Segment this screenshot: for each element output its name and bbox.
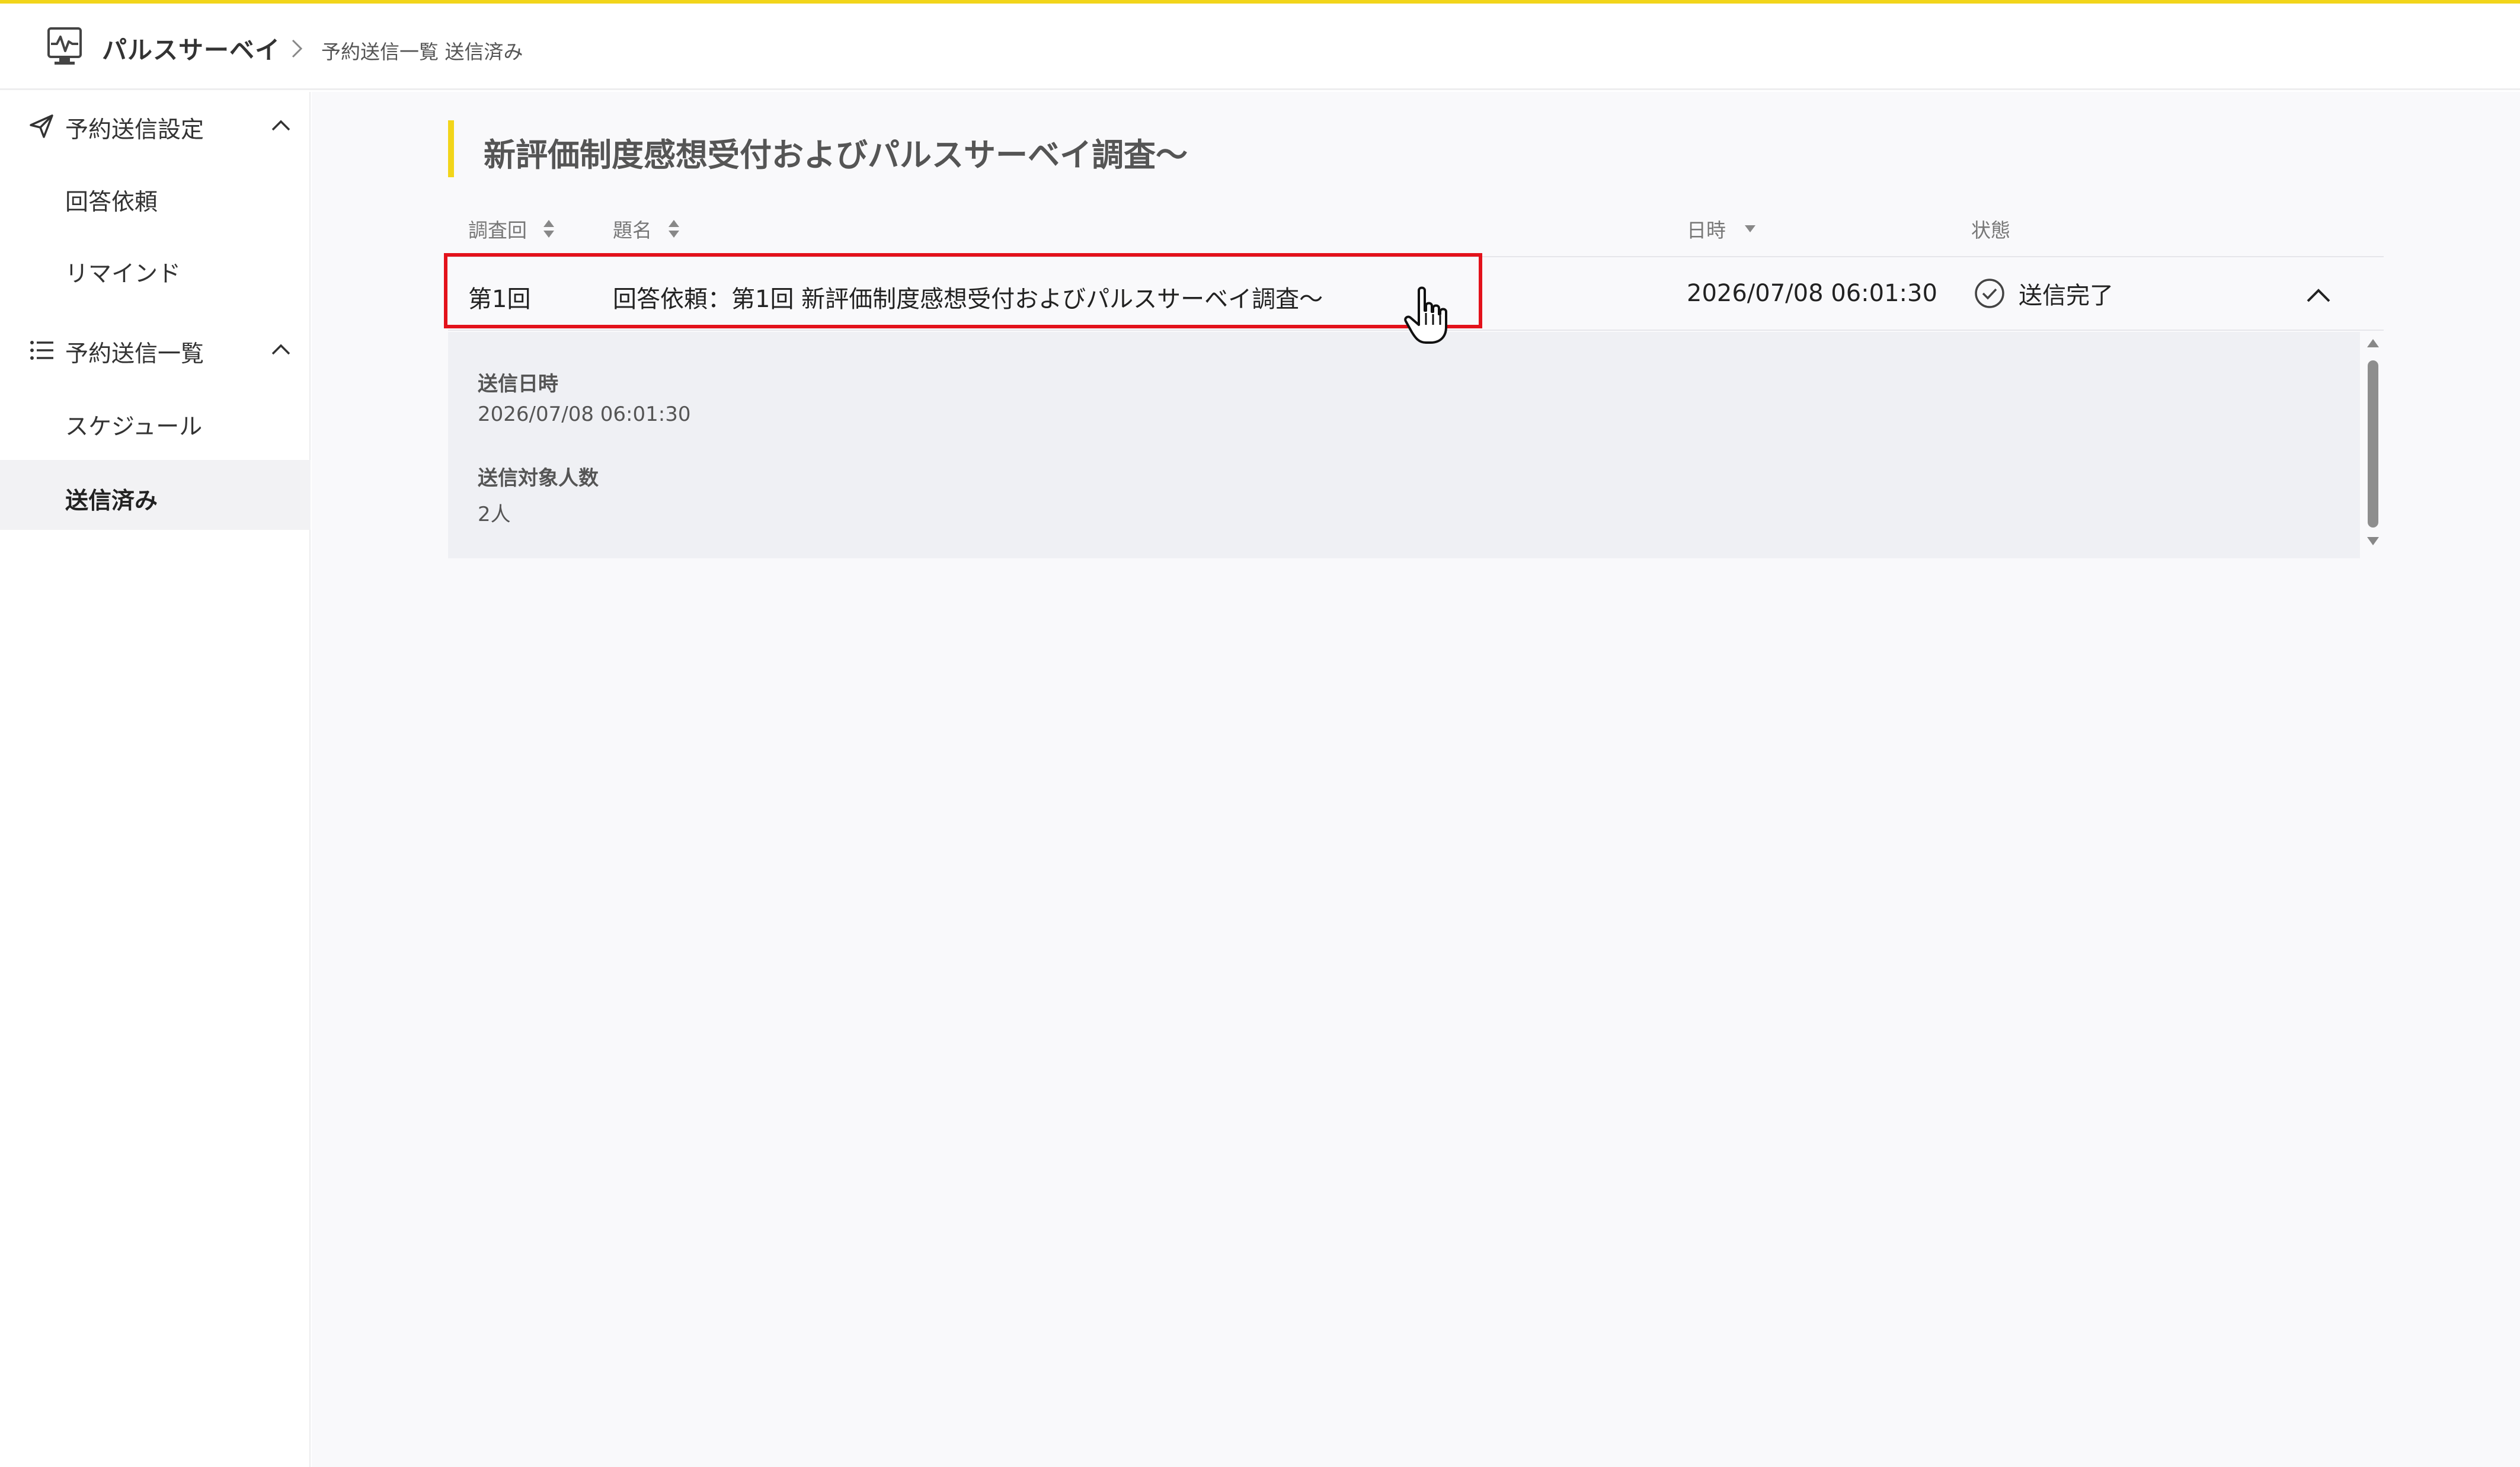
detail-recipients-label: 送信対象人数 [478, 466, 599, 490]
sidebar-group-label: 予約送信一覧 [65, 341, 204, 367]
sort-icon [669, 220, 679, 238]
app-header: パルスサーベイ 予約送信一覧 送信済み [0, 4, 2520, 90]
detail-recipients-value: 2人 [478, 503, 511, 526]
collapse-chevron-icon[interactable] [2305, 287, 2332, 303]
sidebar-group-reservation-list[interactable]: 予約送信一覧 [0, 316, 311, 381]
sidebar-item-reminder[interactable]: リマインド [0, 233, 311, 303]
column-header-datetime[interactable]: 日時 [1687, 215, 1757, 243]
sidebar-item-label: 送信済み [65, 488, 158, 514]
sidebar-group-label: 予約送信設定 [65, 117, 204, 143]
check-circle-icon [1975, 279, 2004, 308]
chevron-right-icon [292, 39, 303, 58]
list-icon [30, 341, 53, 360]
sidebar-item-label: スケジュール [65, 414, 203, 440]
sidebar-item-label: 回答依頼 [65, 189, 158, 216]
sort-desc-icon [1745, 225, 1755, 232]
detail-sent-at-value: 2026/07/08 06:01:30 [478, 402, 691, 426]
cell-round: 第1回 [468, 286, 531, 313]
hand-pointer-cursor-icon [1404, 286, 1447, 344]
chevron-up-icon[interactable] [270, 342, 292, 356]
breadcrumb: 予約送信一覧 送信済み [321, 40, 523, 63]
title-accent-bar [448, 120, 454, 177]
scroll-down-arrow-icon[interactable] [2366, 536, 2380, 546]
cell-subject[interactable]: 回答依頼：第1回 新評価制度感想受付およびパルスサーベイ調査〜 [613, 280, 1323, 314]
pulse-survey-logo-icon [47, 27, 82, 65]
column-header-status: 状態 [1971, 219, 2010, 242]
sidebar-group-reservation-settings[interactable]: 予約送信設定 [0, 92, 311, 157]
paper-plane-icon [30, 114, 53, 138]
sidebar-item-schedule[interactable]: スケジュール [0, 386, 311, 456]
cell-datetime: 2026/07/08 06:01:30 [1687, 280, 1937, 307]
page-title: 新評価制度感想受付およびパルスサーベイ調査〜 [484, 136, 1188, 174]
detail-sent-at-label: 送信日時 [478, 372, 558, 396]
table-header: 調査回 題名 日時 状態 [448, 207, 2384, 257]
scroll-thumb[interactable] [2368, 360, 2378, 528]
status-text: 送信完了 [2019, 282, 2113, 309]
scroll-up-arrow-icon[interactable] [2366, 338, 2380, 349]
sort-icon [543, 220, 554, 238]
detail-scrollbar[interactable] [2362, 332, 2384, 558]
column-header-round[interactable]: 調査回 [468, 215, 555, 243]
row-detail-panel: 送信日時 2026/07/08 06:01:30 送信対象人数 2人 [448, 332, 2360, 558]
sidebar: 予約送信設定 回答依頼 リマインド 予約送信一覧 スケジュール 送信済み [0, 92, 311, 1467]
sidebar-item-sent[interactable]: 送信済み [0, 460, 311, 530]
sidebar-item-answer-request[interactable]: 回答依頼 [0, 161, 311, 231]
column-header-subject[interactable]: 題名 [613, 215, 680, 243]
status-badge: 送信完了 [1974, 276, 2113, 311]
sidebar-item-label: リマインド [65, 261, 181, 287]
app-name[interactable]: パルスサーベイ [102, 30, 280, 66]
chevron-up-icon[interactable] [270, 118, 292, 132]
